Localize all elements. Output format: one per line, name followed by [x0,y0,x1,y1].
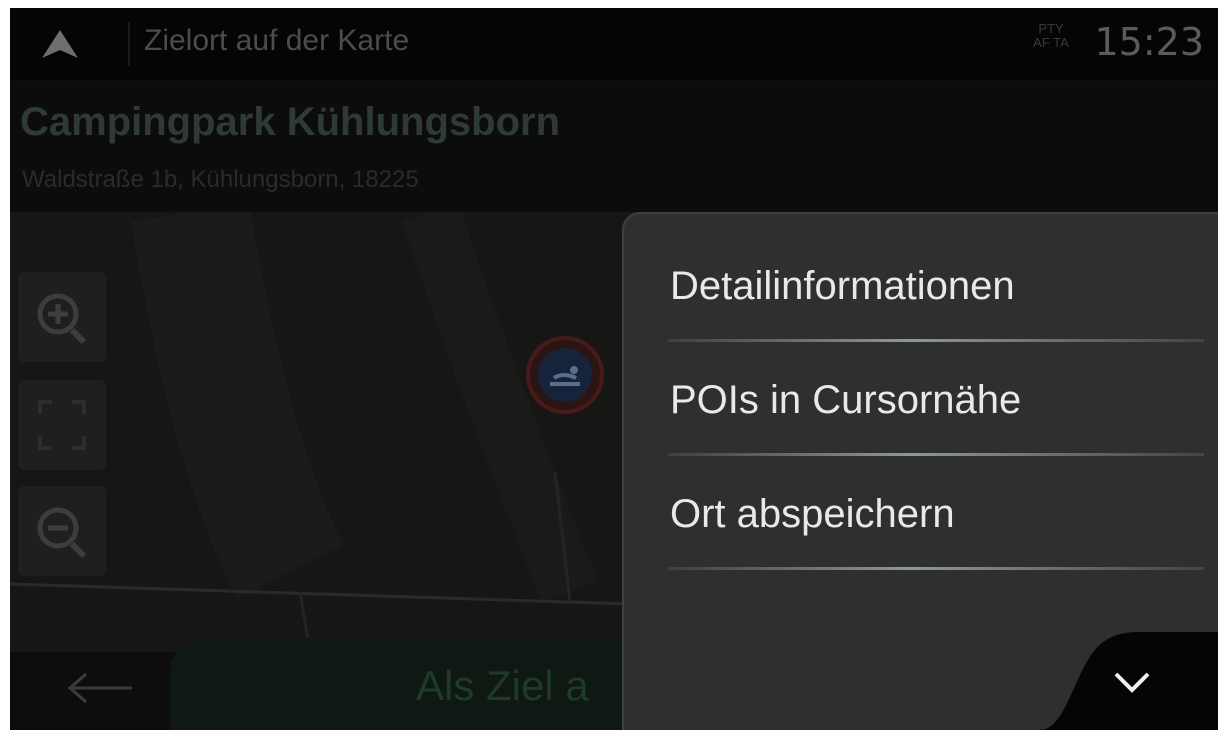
fit-view-icon [38,400,86,450]
topbar-divider [128,22,130,66]
navigation-arrow-icon[interactable] [40,28,80,60]
location-header: Campingpark Kühlungsborn Waldstraße 1b, … [10,86,1218,210]
menu-divider [668,567,1204,570]
set-destination-button[interactable]: Als Ziel a [170,638,630,730]
clock: 15:23 [1094,20,1204,64]
rds-indicator: PTY AF TA [1026,22,1076,50]
location-name: Campingpark Kühlungsborn [20,100,560,144]
page-title: Zielort auf der Karte [144,24,410,57]
rds-line-1: PTY [1038,21,1064,36]
fit-view-button[interactable] [18,380,106,470]
back-arrow-icon[interactable] [66,668,136,708]
set-destination-label: Als Ziel a [416,662,589,709]
menu-item-detail-info[interactable]: Detailinformationen [668,228,1208,342]
rds-line-2: AF TA [1033,35,1069,50]
menu-item-nearby-pois[interactable]: POIs in Cursornähe [668,342,1208,456]
zoom-out-button[interactable] [18,486,106,576]
location-address: Waldstraße 1b, Kühlungsborn, 18225 [22,166,419,193]
navigation-screen: Zielort auf der Karte PTY AF TA 15:23 Ca… [10,8,1218,730]
chevron-down-icon[interactable] [1112,668,1152,696]
menu-item-save-location[interactable]: Ort abspeichern [668,456,1208,570]
menu-item-label: POIs in Cursornähe [670,378,1022,422]
menu-item-label: Ort abspeichern [670,492,955,536]
zoom-in-icon [37,293,87,345]
zoom-in-button[interactable] [18,272,106,362]
camping-poi-icon [538,348,592,402]
zoom-out-icon [37,507,87,559]
top-bar: Zielort auf der Karte PTY AF TA 15:23 [10,8,1218,80]
camping-poi-marker[interactable] [526,336,604,414]
menu-item-label: Detailinformationen [670,264,1015,308]
